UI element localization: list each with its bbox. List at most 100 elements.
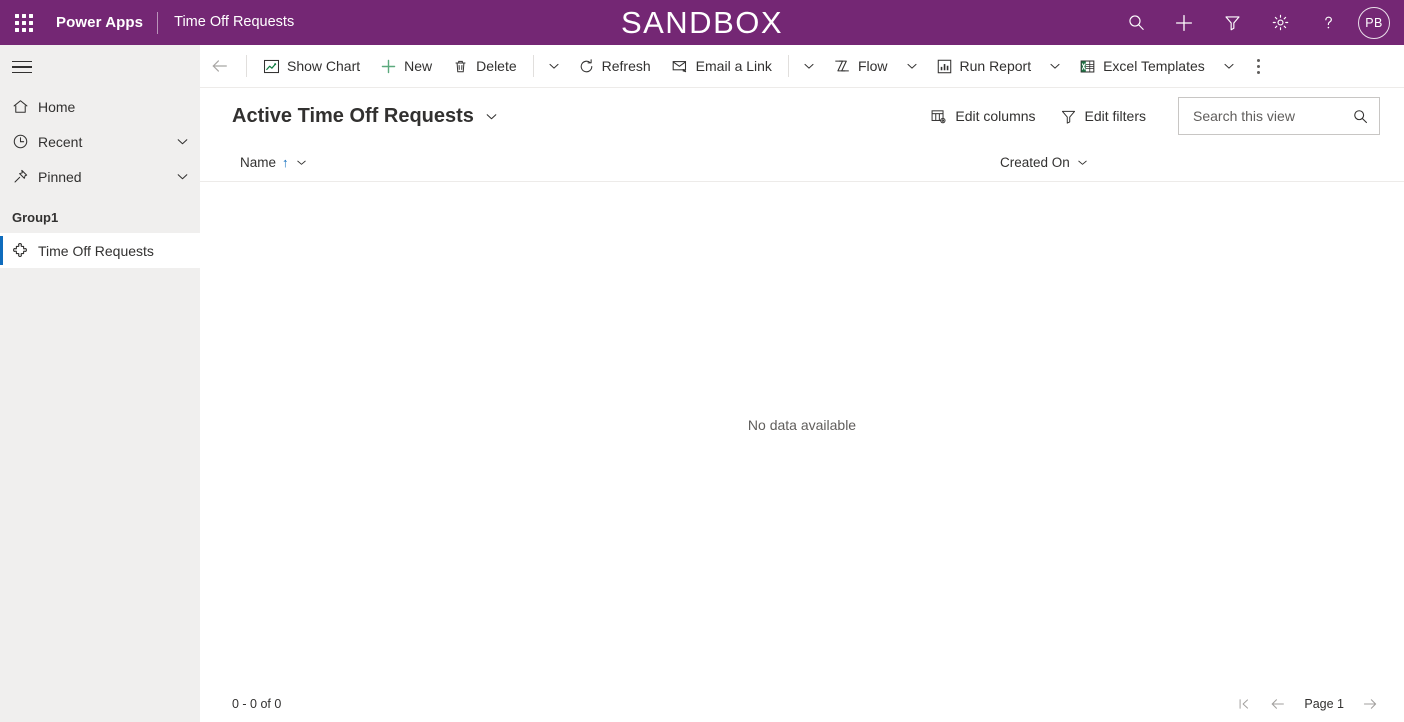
- gear-icon[interactable]: [1256, 0, 1304, 45]
- refresh-button[interactable]: Refresh: [568, 45, 661, 88]
- sidebar-item-label: Home: [38, 98, 76, 115]
- grid-footer: 0 - 0 of 0 Page 1: [200, 685, 1404, 722]
- app-name-label[interactable]: Time Off Requests: [158, 0, 294, 45]
- view-actions: Edit columns Edit filters: [920, 97, 1380, 135]
- excel-templates-caret-icon[interactable]: [1215, 45, 1243, 88]
- chevron-down-icon[interactable]: [484, 109, 499, 124]
- search-icon[interactable]: [1112, 0, 1160, 45]
- trash-icon: [452, 58, 469, 75]
- edit-columns-button[interactable]: Edit columns: [920, 102, 1045, 131]
- header-left-group: Power Apps Time Off Requests: [0, 0, 294, 45]
- new-button[interactable]: New: [370, 45, 442, 88]
- command-divider: [532, 55, 534, 77]
- app-body: Home Recent Pinned Group1 Time Off Reque…: [0, 45, 1404, 722]
- email-a-link-label: Email a Link: [695, 58, 772, 74]
- show-chart-label: Show Chart: [287, 58, 361, 74]
- column-header-label: Name: [240, 155, 277, 170]
- app-launcher-icon[interactable]: [0, 0, 48, 45]
- edit-columns-label: Edit columns: [955, 108, 1036, 124]
- sidebar-item-pinned[interactable]: Pinned: [0, 159, 200, 194]
- sidebar-item-recent[interactable]: Recent: [0, 124, 200, 159]
- edit-filters-button[interactable]: Edit filters: [1050, 102, 1156, 131]
- command-divider: [246, 55, 247, 77]
- page-number-label: Page 1: [1304, 696, 1344, 711]
- column-header-label: Created On: [1000, 155, 1070, 170]
- run-report-button[interactable]: Run Report: [926, 45, 1042, 88]
- waffle-grid: [15, 13, 33, 32]
- search-input[interactable]: [1191, 107, 1352, 125]
- view-header: Active Time Off Requests Edit columns Ed…: [200, 88, 1404, 144]
- flow-label: Flow: [857, 58, 888, 74]
- plus-icon[interactable]: [1160, 0, 1208, 45]
- filter-icon[interactable]: [1208, 0, 1256, 45]
- record-count-label: 0 - 0 of 0: [232, 696, 282, 711]
- email-a-link-button[interactable]: Email a Link: [661, 45, 782, 88]
- command-divider: [787, 55, 789, 77]
- flow-button[interactable]: Flow: [823, 45, 898, 88]
- sitemap-toggle-icon[interactable]: [0, 45, 200, 89]
- chevron-down-icon[interactable]: [1076, 156, 1089, 169]
- next-page-icon[interactable]: [1356, 690, 1384, 718]
- run-report-label: Run Report: [959, 58, 1032, 74]
- grid-empty-state: No data available: [200, 182, 1404, 685]
- delete-button[interactable]: Delete: [442, 45, 526, 88]
- show-chart-button[interactable]: Show Chart: [253, 45, 370, 88]
- chart-icon: [263, 58, 280, 75]
- edit-filters-label: Edit filters: [1084, 108, 1146, 124]
- new-label: New: [404, 58, 433, 74]
- help-icon[interactable]: [1304, 0, 1352, 45]
- edit-columns-icon: [930, 108, 947, 125]
- puzzle-icon: [12, 242, 38, 260]
- excel-templates-label: Excel Templates: [1103, 58, 1205, 74]
- brand-title[interactable]: Power Apps: [48, 0, 157, 45]
- flow-caret-icon[interactable]: [898, 45, 926, 88]
- delete-caret-icon[interactable]: [540, 45, 568, 88]
- report-icon: [936, 58, 953, 75]
- sidebar-item-label: Recent: [38, 133, 83, 150]
- refresh-label: Refresh: [601, 58, 651, 74]
- no-data-message: No data available: [747, 416, 857, 433]
- home-icon: [12, 98, 38, 115]
- back-arrow-icon[interactable]: [200, 45, 240, 88]
- avatar[interactable]: PB: [1358, 6, 1390, 39]
- sidebar-group-title: Group1: [12, 210, 59, 225]
- previous-page-icon[interactable]: [1264, 690, 1292, 718]
- run-report-caret-icon[interactable]: [1041, 45, 1069, 88]
- column-header-created-on[interactable]: Created On: [992, 144, 1097, 182]
- sidebar-navigation: Home Recent Pinned Group1 Time Off Reque…: [0, 45, 200, 722]
- sidebar-item-label: Time Off Requests: [38, 242, 154, 259]
- plus-icon: [380, 58, 397, 75]
- chevron-down-icon[interactable]: [295, 156, 308, 169]
- command-bar: Show Chart New Delete Refresh Email a Li…: [200, 45, 1404, 88]
- first-page-icon[interactable]: [1230, 690, 1258, 718]
- pagination-controls: Page 1: [1230, 690, 1384, 718]
- page-title: Active Time Off Requests: [232, 104, 474, 127]
- email-icon: [671, 57, 689, 75]
- ellipsis-vertical-icon: [1257, 58, 1261, 74]
- grid-column-headers: Name ↑ Created On: [200, 144, 1404, 182]
- delete-label: Delete: [476, 58, 517, 74]
- app-root: Power Apps Time Off Requests SANDBOX PB …: [0, 0, 1404, 722]
- filter-icon: [1060, 108, 1077, 125]
- view-selector[interactable]: Active Time Off Requests: [232, 105, 499, 128]
- sidebar-item-time-off-requests[interactable]: Time Off Requests: [0, 233, 200, 268]
- more-commands-icon[interactable]: [1243, 45, 1275, 88]
- hamburger-bars: [12, 57, 32, 78]
- search-icon[interactable]: [1352, 108, 1369, 125]
- main-content: Show Chart New Delete Refresh Email a Li…: [200, 45, 1404, 722]
- excel-icon: [1079, 58, 1096, 75]
- excel-templates-button[interactable]: Excel Templates: [1069, 45, 1215, 88]
- column-header-name[interactable]: Name ↑: [232, 144, 992, 182]
- refresh-icon: [578, 58, 595, 75]
- pin-icon: [12, 168, 38, 185]
- clock-icon: [12, 133, 38, 150]
- sidebar-item-label: Pinned: [38, 168, 82, 185]
- sort-ascending-icon: ↑: [282, 155, 289, 170]
- chevron-down-icon[interactable]: [175, 134, 190, 149]
- chevron-down-icon[interactable]: [175, 169, 190, 184]
- sidebar-item-home[interactable]: Home: [0, 89, 200, 124]
- top-header-bar: Power Apps Time Off Requests SANDBOX PB: [0, 0, 1404, 45]
- email-caret-icon[interactable]: [795, 45, 823, 88]
- search-this-view-box[interactable]: [1178, 97, 1380, 135]
- header-right-group: PB: [1112, 0, 1404, 45]
